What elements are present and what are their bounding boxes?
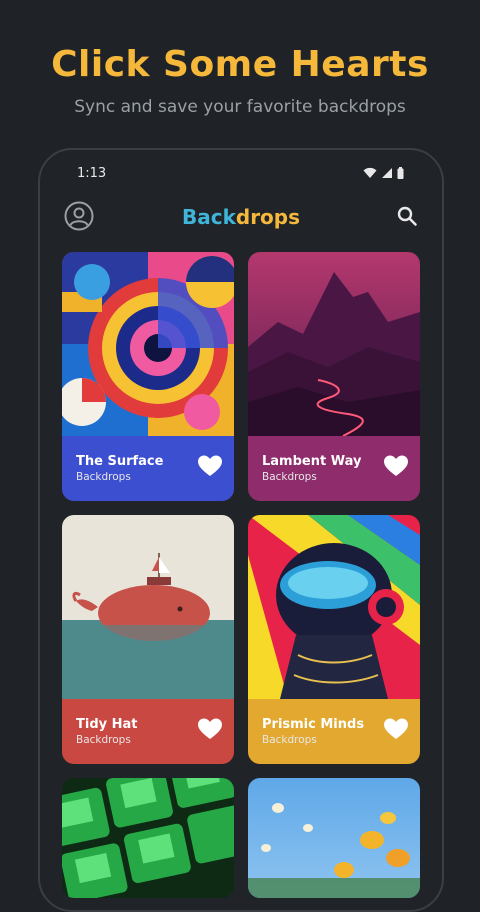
card-caption: Prismic Minds Backdrops [248,699,420,764]
backdrop-card-lambent-way[interactable]: Lambent Way Backdrops [248,252,420,501]
battery-icon [397,167,404,179]
heart-icon[interactable] [198,455,222,477]
heart-icon[interactable] [198,718,222,740]
app-title-part2: drops [235,205,301,229]
account-icon[interactable] [64,201,94,231]
card-title: Lambent Way [262,454,362,469]
card-caption: Lambent Way Backdrops [248,436,420,501]
backdrop-image-prismic-minds [248,515,420,699]
backdrop-card-green-grid[interactable] [62,778,234,898]
card-title: Prismic Minds [262,717,365,732]
backdrop-card-flowers[interactable] [248,778,420,898]
status-time: 1:13 [77,166,107,181]
backdrop-grid: The Surface Backdrops Lambent Way Backdr… [62,252,420,898]
card-subtitle: Backdrops [262,734,317,746]
card-subtitle: Backdrops [76,734,131,746]
heart-icon[interactable] [384,455,408,477]
promo-headline: Click Some Hearts [51,44,429,85]
backdrop-image-the-surface [62,252,234,436]
search-icon[interactable] [396,205,418,227]
card-caption: Tidy Hat Backdrops [62,699,234,764]
cellular-signal-icon [382,168,392,178]
app-bar: Backdrops [40,198,442,238]
backdrop-card-the-surface[interactable]: The Surface Backdrops [62,252,234,501]
backdrop-image-flowers [248,778,420,898]
card-title: The Surface [76,454,164,469]
wifi-icon [363,167,377,178]
backdrop-image-green-grid [62,778,234,898]
card-subtitle: Backdrops [262,471,317,483]
status-bar: 1:13 [40,164,442,184]
phone-frame: 1:13 Backdrops The Surface Backdrops Lam… [38,148,444,912]
app-title-part1: Back [181,205,236,229]
backdrop-image-lambent-way [248,252,420,436]
app-title: Backdrops [40,205,442,229]
card-caption: The Surface Backdrops [62,436,234,501]
backdrop-card-prismic-minds[interactable]: Prismic Minds Backdrops [248,515,420,764]
backdrop-card-tidy-hat[interactable]: Tidy Hat Backdrops [62,515,234,764]
backdrop-image-tidy-hat [62,515,234,699]
card-title: Tidy Hat [76,717,138,732]
heart-icon[interactable] [384,718,408,740]
card-subtitle: Backdrops [76,471,131,483]
status-icons [363,167,404,179]
promo-subline: Sync and save your favorite backdrops [74,97,406,117]
